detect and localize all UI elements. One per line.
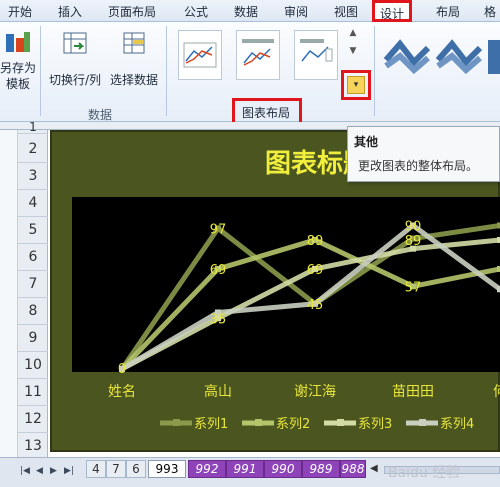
switch-row-column-label: 切换行/列 xyxy=(48,73,102,87)
select-data-icon xyxy=(123,32,145,54)
row-header[interactable]: 3 xyxy=(18,163,48,190)
tooltip-description: 更改图表的整体布局。 xyxy=(358,159,479,173)
select-data-button[interactable]: 选择数据 xyxy=(106,30,162,88)
row-header[interactable]: 11 xyxy=(18,379,48,406)
row-header[interactable]: 9 xyxy=(18,325,48,352)
save-template-label-line2: 模板 xyxy=(5,77,30,91)
gallery-scroll-down-icon[interactable]: ▼ xyxy=(346,46,360,62)
sheet-left-gutter xyxy=(0,130,18,457)
tab-design[interactable]: 设计 xyxy=(372,0,413,22)
row-header[interactable]: 8 xyxy=(18,298,48,325)
row-header[interactable]: 6 xyxy=(18,244,48,271)
chart-layout-thumb-3[interactable] xyxy=(294,30,338,80)
switch-row-column-icon xyxy=(63,32,87,54)
sheet-tab[interactable]: 989 xyxy=(302,460,340,478)
row-header[interactable]: 7 xyxy=(18,271,48,298)
chart-layouts-group-label: 图表布局 xyxy=(242,106,291,120)
horizontal-scroll-left-icon[interactable]: ◀ xyxy=(370,460,384,478)
sheet-tab[interactable]: 988 xyxy=(340,460,366,478)
sheet-tab[interactable]: 4 xyxy=(86,460,106,478)
sheet-tab-active[interactable]: 993 xyxy=(148,460,186,478)
next-sheet-icon[interactable]: ▶ xyxy=(50,466,57,476)
template-icon xyxy=(6,32,30,52)
sheet-tab[interactable]: 990 xyxy=(264,460,302,478)
row-header[interactable]: 12 xyxy=(18,406,48,433)
tab-format[interactable]: 格 xyxy=(484,3,496,20)
gallery-scroll-up-icon[interactable]: ▲ xyxy=(346,28,360,44)
gallery-more-dropdown-icon[interactable]: ▾ xyxy=(347,76,365,94)
tab-insert[interactable]: 插入 xyxy=(58,3,82,20)
row-header[interactable]: 1 xyxy=(18,120,48,134)
group-divider xyxy=(40,26,41,116)
chart-styles-gallery[interactable] xyxy=(382,30,500,84)
row-header[interactable]: 13 xyxy=(18,433,48,460)
select-data-label: 选择数据 xyxy=(109,73,158,87)
sheet-tab[interactable]: 7 xyxy=(106,460,126,478)
ribbon-tab-bar: 开始 插入 页面布局 公式 数据 审阅 视图 设计 布局 格 xyxy=(0,0,500,22)
chart-style-preview-icon xyxy=(383,39,500,75)
tab-home[interactable]: 开始 xyxy=(8,3,32,20)
chart-layout-thumb-1[interactable] xyxy=(178,30,222,80)
layout-preview-icon xyxy=(242,39,274,66)
switch-row-column-button[interactable]: 切换行/列 xyxy=(46,30,104,88)
group-divider xyxy=(166,26,167,116)
sheet-tab[interactable]: 6 xyxy=(126,460,146,478)
first-sheet-icon[interactable]: |◀ xyxy=(20,466,30,476)
tab-review[interactable]: 审阅 xyxy=(284,3,308,20)
plot-area[interactable] xyxy=(72,197,500,372)
ribbon-panel: 另存为 模板 切换行/列 选择数据 数据 ▲ ▼ ▾ 图表布局 xyxy=(0,22,500,126)
row-header[interactable]: 4 xyxy=(18,190,48,217)
layout-preview-icon xyxy=(300,39,333,62)
sheet-tab[interactable]: 991 xyxy=(226,460,264,478)
more-layouts-tooltip: 其他 更改图表的整体布局。 xyxy=(347,126,500,182)
chart-layout-thumb-2[interactable] xyxy=(236,30,280,80)
save-template-label-line1: 另存为 xyxy=(0,61,37,75)
tooltip-title: 其他 xyxy=(354,135,379,149)
tab-formulas[interactable]: 公式 xyxy=(184,3,208,20)
save-as-template-button[interactable]: 另存为 模板 xyxy=(0,30,36,92)
tab-data[interactable]: 数据 xyxy=(234,3,258,20)
sheet-tab[interactable]: 992 xyxy=(188,460,226,478)
data-group-label: 数据 xyxy=(88,108,113,122)
row-header[interactable]: 10 xyxy=(18,352,48,379)
row-header[interactable]: 5 xyxy=(18,217,48,244)
watermark: Baidu 经验 xyxy=(388,465,461,481)
row-headers: 1 2 3 4 5 6 7 8 9 10 11 12 13 14 xyxy=(18,120,48,481)
layout-preview-icon xyxy=(183,42,217,68)
row-header[interactable]: 2 xyxy=(18,136,48,163)
last-sheet-icon[interactable]: ▶| xyxy=(64,466,74,476)
tab-page-layout[interactable]: 页面布局 xyxy=(108,3,156,20)
tab-layout[interactable]: 布局 xyxy=(436,3,460,20)
tab-view[interactable]: 视图 xyxy=(334,3,358,20)
prev-sheet-icon[interactable]: ◀ xyxy=(36,466,43,476)
group-divider xyxy=(374,26,375,116)
